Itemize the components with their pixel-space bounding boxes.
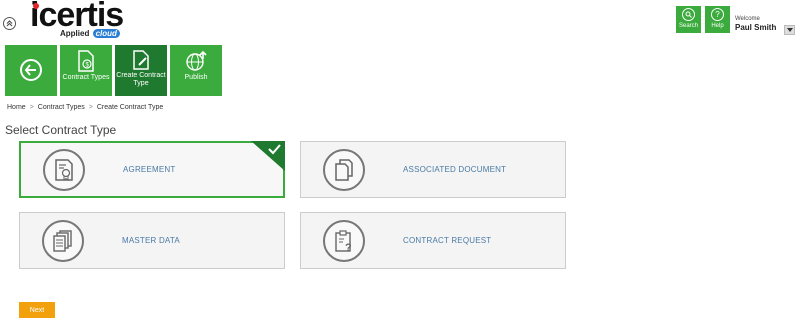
contract-type-label: MASTER DATA	[122, 236, 180, 245]
back-arrow-icon	[20, 59, 42, 81]
search-icon	[682, 8, 695, 21]
collapse-header-button[interactable]	[3, 17, 16, 30]
breadcrumb: Home > Contract Types > Create Contract Type	[7, 104, 163, 111]
page-title: Select Contract Type	[5, 123, 117, 137]
toolbar-create-contract-type[interactable]: Create Contract Type	[115, 45, 167, 96]
svg-text:?: ?	[345, 242, 352, 253]
certificate-document-icon	[43, 148, 85, 191]
help-icon: ?	[711, 8, 724, 21]
help-button[interactable]: ? Help	[705, 6, 730, 33]
breadcrumb-current: Create Contract Type	[96, 104, 164, 111]
double-chevron-up-icon	[6, 20, 13, 27]
welcome-text: Welcome	[735, 16, 760, 22]
documents-stack-icon	[323, 148, 365, 191]
caret-down-icon	[786, 28, 793, 32]
create-contract-type-icon	[133, 50, 149, 70]
contract-types-icon: $	[78, 50, 94, 72]
breadcrumb-separator: >	[29, 104, 34, 111]
search-button[interactable]: Search	[676, 6, 701, 33]
selected-check-icon	[251, 141, 285, 171]
breadcrumb-home[interactable]: Home	[7, 104, 26, 111]
help-label: Help	[711, 23, 724, 29]
contract-type-master-data[interactable]: MASTER DATA	[19, 212, 285, 269]
logo-sub-prefix: Applied	[60, 29, 90, 38]
globe-upload-icon	[186, 50, 207, 71]
contract-type-label: ASSOCIATED DOCUMENT	[403, 165, 507, 174]
main-toolbar: $ Contract Types Create Contract Type Pu…	[5, 45, 222, 96]
icertis-logo: icertis Applied cloud	[30, 0, 124, 40]
contract-type-contract-request[interactable]: ? CONTRACT REQUEST	[300, 212, 566, 269]
logo-dot	[33, 3, 39, 9]
contract-type-associated-document[interactable]: ASSOCIATED DOCUMENT	[300, 141, 566, 198]
search-label: Search	[678, 23, 698, 29]
user-menu-dropdown[interactable]	[784, 25, 795, 35]
data-sheets-icon	[42, 219, 84, 262]
contract-type-label: CONTRACT REQUEST	[403, 236, 492, 245]
header-actions: Search ? Help	[676, 6, 730, 33]
toolbar-create-contract-type-label: Create Contract Type	[116, 72, 166, 87]
contract-type-label: AGREEMENT	[123, 165, 176, 174]
toolbar-publish-label: Publish	[184, 74, 208, 81]
username[interactable]: Paul Smith	[735, 23, 776, 32]
logo-subtitle: Applied cloud	[60, 29, 120, 38]
toolbar-publish[interactable]: Publish	[170, 45, 222, 96]
clipboard-question-icon: ?	[323, 219, 365, 262]
next-button[interactable]: Next	[19, 302, 55, 318]
breadcrumb-separator: >	[88, 104, 93, 111]
toolbar-contract-types[interactable]: $ Contract Types	[60, 45, 112, 96]
logo-sub-cloud: cloud	[92, 29, 120, 38]
toolbar-contract-types-label: Contract Types	[62, 74, 110, 81]
back-button[interactable]	[5, 45, 57, 96]
contract-type-agreement[interactable]: AGREEMENT	[19, 141, 285, 198]
breadcrumb-contract-types[interactable]: Contract Types	[38, 104, 85, 111]
